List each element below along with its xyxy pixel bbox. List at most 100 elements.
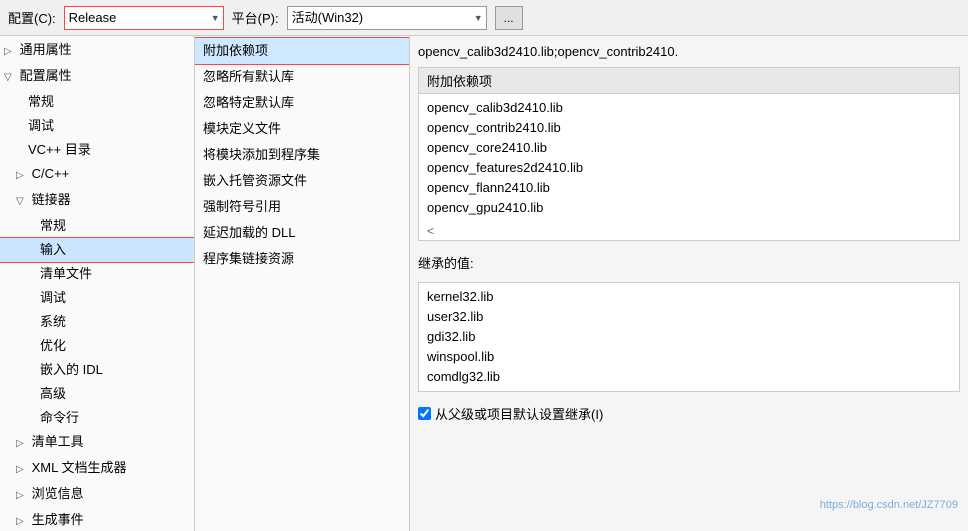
middle-item-ignore-specific[interactable]: 忽略特定默认库 [195,90,409,116]
expand-icon-build-events: ▷ [16,512,28,531]
tree-label-vcpp-dirs: VC++ 目录 [28,142,91,157]
inherited-box: kernel32.libuser32.libgdi32.libwinspool.… [418,282,960,392]
config-label: 配置(C): [8,8,56,27]
inherited-lib-entry: winspool.lib [427,347,951,367]
middle-item-embed-managed[interactable]: 嵌入托管资源文件 [195,168,409,194]
tree-label-cpp: C/C++ [32,166,70,181]
tree-item-linker-manifest[interactable]: 清单文件 [0,262,194,286]
inherited-libs-list: kernel32.libuser32.libgdi32.libwinspool.… [419,283,959,391]
config-select[interactable]: DebugReleaseDebug|Win32Release|Win32 [64,6,224,30]
additional-deps-title: 附加依赖项 [419,68,959,94]
tree-item-browse-info[interactable]: ▷ 浏览信息 [0,482,194,508]
lib-entry: opencv_core2410.lib [427,138,951,158]
tree-label-manifest-tool: 清单工具 [32,434,84,449]
tree-label-linker-idl: 嵌入的 IDL [40,362,103,377]
tree-item-linker-advanced[interactable]: 高级 [0,382,194,406]
lib-entry: opencv_flann2410.lib [427,178,951,198]
tree-item-linker-debug[interactable]: 调试 [0,286,194,310]
tree-label-general2: 常规 [28,94,54,109]
tree-label-config-props: 配置属性 [20,68,72,83]
tree-label-linker-cmdline: 命令行 [40,410,79,425]
inherit-checkbox[interactable] [418,407,431,420]
tree-item-xml-gen[interactable]: ▷ XML 文档生成器 [0,456,194,482]
expand-icon-manifest-tool: ▷ [16,434,28,454]
tree-label-xml-gen: XML 文档生成器 [32,460,127,475]
tree-item-cpp[interactable]: ▷ C/C++ [0,162,194,188]
toolbar: 配置(C): DebugReleaseDebug|Win32Release|Wi… [0,0,968,36]
inherit-checkbox-label[interactable]: 从父级或项目默认设置继承(I) [435,404,603,423]
inherited-lib-entry: user32.lib [427,307,951,327]
middle-label-add-module: 将模块添加到程序集 [203,147,320,162]
right-panel: opencv_calib3d2410.lib;opencv_contrib241… [410,36,968,531]
middle-label-force-sym: 强制符号引用 [203,199,281,214]
tree-item-linker-optimize[interactable]: 优化 [0,334,194,358]
middle-label-additional-deps: 附加依赖项 [203,43,268,58]
middle-item-assembly-link[interactable]: 程序集链接资源 [195,246,409,272]
tree-item-build-events[interactable]: ▷ 生成事件 [0,508,194,531]
tree-item-linker-input[interactable]: 输入 [0,238,194,262]
middle-label-delay-dll: 延迟加载的 DLL [203,225,295,240]
tree-label-linker-manifest: 清单文件 [40,266,92,281]
inherit-checkbox-row: 从父级或项目默认设置继承(I) [418,400,960,427]
tree-item-general2[interactable]: 常规 [0,90,194,114]
expand-icon-browse-info: ▷ [16,486,28,506]
tree-item-general[interactable]: ▷ 通用属性 [0,38,194,64]
inherited-lib-entry: kernel32.lib [427,287,951,307]
tree-label-linker-input: 输入 [40,242,66,257]
tree-panel: ▷ 通用属性▽ 配置属性常规调试VC++ 目录▷ C/C++▽ 链接器常规输入清… [0,36,195,531]
middle-item-ignore-all[interactable]: 忽略所有默认库 [195,64,409,90]
middle-item-delay-dll[interactable]: 延迟加载的 DLL [195,220,409,246]
inherited-lib-entry: comdlg32.lib [427,367,951,387]
additional-deps-box: 附加依赖项 opencv_calib3d2410.libopencv_contr… [418,67,960,241]
middle-label-embed-managed: 嵌入托管资源文件 [203,173,307,188]
inherited-label: 继承的值: [418,249,960,274]
scroll-indicator: < [419,222,959,240]
config-select-wrapper: DebugReleaseDebug|Win32Release|Win32 [64,6,224,30]
middle-item-force-sym[interactable]: 强制符号引用 [195,194,409,220]
tree-item-vcpp-dirs[interactable]: VC++ 目录 [0,138,194,162]
tree-label-linker-debug: 调试 [40,290,66,305]
middle-item-module-def[interactable]: 模块定义文件 [195,116,409,142]
tree-label-debug: 调试 [28,118,54,133]
tree-label-general: 通用属性 [20,42,72,57]
tree-label-linker-system: 系统 [40,314,66,329]
middle-label-assembly-link: 程序集链接资源 [203,251,294,266]
lib-entry: opencv_calib3d2410.lib [427,98,951,118]
tree-item-linker-general[interactable]: 常规 [0,214,194,238]
middle-item-add-module[interactable]: 将模块添加到程序集 [195,142,409,168]
tree-label-linker-advanced: 高级 [40,386,66,401]
platform-label: 平台(P): [232,8,279,27]
tree-item-manifest-tool[interactable]: ▷ 清单工具 [0,430,194,456]
right-header: opencv_calib3d2410.lib;opencv_contrib241… [418,44,960,59]
tree-label-build-events: 生成事件 [32,512,84,527]
tree-item-config-props[interactable]: ▽ 配置属性 [0,64,194,90]
expand-icon-linker: ▽ [16,192,28,212]
ellipsis-button[interactable]: ... [495,6,523,30]
expand-icon-xml-gen: ▷ [16,460,28,480]
inherited-lib-entry: gdi32.lib [427,327,951,347]
tree-label-linker-optimize: 优化 [40,338,66,353]
tree-item-linker-cmdline[interactable]: 命令行 [0,406,194,430]
tree-item-debug[interactable]: 调试 [0,114,194,138]
tree-label-linker: 链接器 [32,192,71,207]
middle-panel: 附加依赖项忽略所有默认库忽略特定默认库模块定义文件将模块添加到程序集嵌入托管资源… [195,36,410,531]
tree-label-linker-general: 常规 [40,218,66,233]
expand-icon-cpp: ▷ [16,166,28,186]
tree-item-linker-idl[interactable]: 嵌入的 IDL [0,358,194,382]
lib-entry: opencv_features2d2410.lib [427,158,951,178]
middle-label-ignore-all: 忽略所有默认库 [203,69,294,84]
lib-entry: opencv_gpu2410.lib [427,198,951,218]
tree-item-linker-system[interactable]: 系统 [0,310,194,334]
middle-label-module-def: 模块定义文件 [203,121,281,136]
libs-list: opencv_calib3d2410.libopencv_contrib2410… [419,94,959,222]
expand-icon-config-props: ▽ [4,68,16,88]
platform-select-wrapper: 活动(Win32)Win32x64 [287,6,487,30]
lib-entry: opencv_contrib2410.lib [427,118,951,138]
main-content: ▷ 通用属性▽ 配置属性常规调试VC++ 目录▷ C/C++▽ 链接器常规输入清… [0,36,968,531]
tree-item-linker[interactable]: ▽ 链接器 [0,188,194,214]
middle-item-additional-deps[interactable]: 附加依赖项 [195,38,409,64]
middle-label-ignore-specific: 忽略特定默认库 [203,95,294,110]
platform-select[interactable]: 活动(Win32)Win32x64 [287,6,487,30]
tree-label-browse-info: 浏览信息 [32,486,84,501]
expand-icon-general: ▷ [4,42,16,62]
